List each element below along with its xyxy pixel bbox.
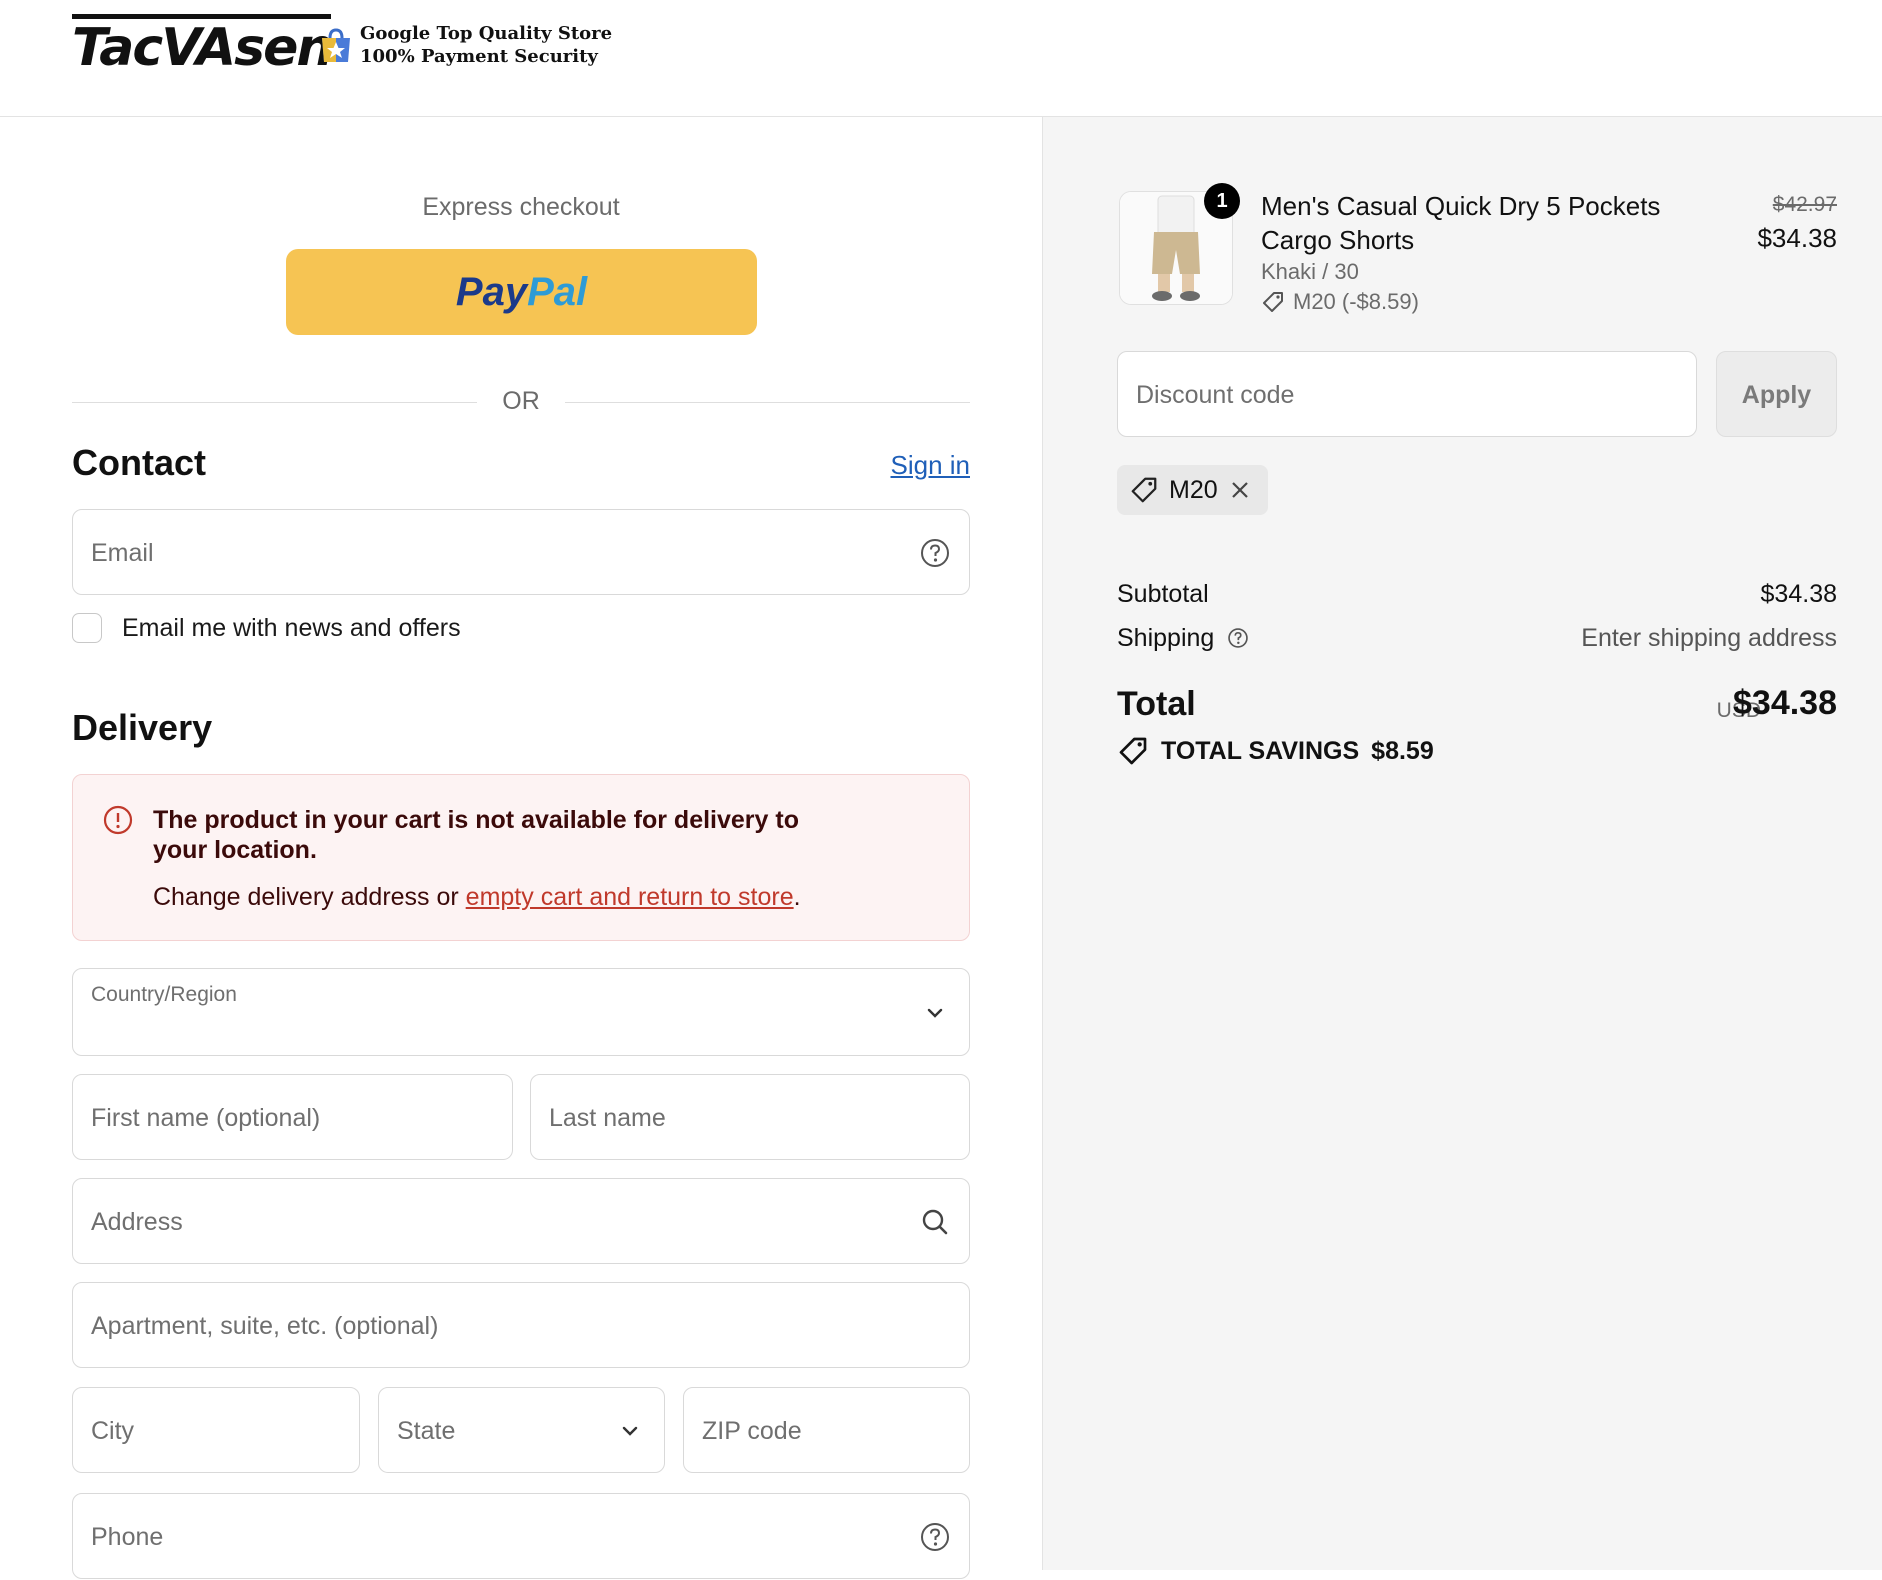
product-discount: M20 (-$8.59) — [1261, 289, 1419, 315]
savings-label: TOTAL SAVINGS — [1161, 736, 1360, 765]
quantity-badge: 1 — [1204, 183, 1240, 219]
final-price: $34.38 — [1757, 223, 1837, 253]
quality-badge: Google Top Quality Store 100% Payment Se… — [360, 22, 612, 68]
badge-line-1: Google Top Quality Store — [360, 23, 613, 44]
paypal-button[interactable]: Pay Pal — [286, 249, 757, 335]
zip-placeholder: ZIP code — [702, 1417, 802, 1445]
total-value: $34.38 — [1733, 684, 1837, 722]
delivery-unavailable-alert: The product in your cart is not availabl… — [72, 774, 970, 941]
tag-icon — [1131, 477, 1157, 503]
shipping-label: Shipping — [1117, 624, 1215, 652]
chevron-down-icon — [927, 1008, 943, 1018]
alert-body: Change delivery address or empty cart an… — [153, 883, 801, 912]
city-field[interactable]: City — [72, 1387, 360, 1473]
express-checkout-title: Express checkout — [422, 193, 620, 221]
delivery-heading: Delivery — [72, 707, 213, 748]
state-placeholder: State — [397, 1417, 456, 1445]
subtotal-row: Subtotal $34.38 — [1117, 580, 1837, 609]
email-field[interactable]: Email — [72, 509, 970, 595]
paypal-pay-text: Pay — [455, 269, 528, 314]
savings-value: $8.59 — [1371, 736, 1434, 765]
total-label: Total — [1117, 685, 1196, 723]
store-logo[interactable]: TacVAsen — [72, 14, 333, 77]
shipping-value: Enter shipping address — [1581, 624, 1837, 652]
order-summary: 1 Men's Casual Quick Dry 5 Pockets Cargo… — [1042, 117, 1882, 1570]
alert-body-prefix: Change delivery address or — [153, 883, 466, 911]
total-savings: TOTAL SAVINGS $8.59 — [1117, 735, 1434, 767]
tag-icon — [1263, 292, 1283, 312]
apartment-field[interactable]: Apartment, suite, etc. (optional) — [72, 1282, 970, 1368]
or-text: OR — [502, 387, 540, 415]
newsletter-checkbox[interactable] — [72, 613, 102, 643]
last-name-field[interactable]: Last name — [530, 1074, 970, 1160]
error-icon — [103, 805, 133, 835]
product-variant: Khaki / 30 — [1261, 259, 1359, 284]
search-icon[interactable] — [919, 1206, 951, 1238]
alert-body-suffix: . — [793, 883, 801, 911]
contact-heading: Contact — [72, 442, 206, 483]
shopping-bag-badge-icon — [322, 28, 350, 62]
zip-field[interactable]: ZIP code — [683, 1387, 970, 1473]
shipping-row: Shipping Enter shipping address — [1117, 624, 1837, 653]
address-field[interactable]: Address — [72, 1178, 970, 1264]
discount-code-input[interactable]: Discount code — [1117, 351, 1697, 437]
state-select[interactable]: State — [378, 1387, 665, 1473]
apply-button[interactable]: Apply — [1716, 351, 1837, 437]
product-name: Men's Casual Quick Dry 5 Pockets Cargo S… — [1261, 191, 1661, 255]
last-name-placeholder: Last name — [549, 1104, 666, 1132]
empty-cart-link[interactable]: empty cart and return to store — [466, 883, 794, 911]
badge-line-2: 100% Payment Security — [360, 46, 598, 67]
city-placeholder: City — [91, 1417, 135, 1445]
alert-title: The product in your cart is not availabl… — [153, 806, 799, 864]
phone-field[interactable]: Phone — [72, 1493, 970, 1579]
applied-discount-chip: M20 — [1117, 465, 1268, 515]
email-placeholder: Email — [91, 539, 154, 567]
header: TacVAsen Google Top Quality Store 100% P… — [0, 0, 1882, 117]
sign-in-link[interactable]: Sign in — [891, 450, 971, 481]
original-price: $42.97 — [1772, 193, 1837, 216]
subtotal-label: Subtotal — [1117, 580, 1209, 608]
newsletter-label[interactable]: Email me with news and offers — [122, 614, 461, 643]
country-select[interactable]: Country/Region — [72, 968, 970, 1056]
checkout-form: Express checkout Pay Pal OR Contact Sign … — [0, 117, 1042, 1579]
phone-placeholder: Phone — [91, 1523, 164, 1551]
tag-icon — [1119, 737, 1147, 765]
subtotal-value: $34.38 — [1760, 580, 1837, 608]
help-icon[interactable] — [919, 537, 951, 569]
help-icon[interactable] — [1227, 627, 1249, 649]
remove-discount-close-icon[interactable] — [1228, 478, 1252, 502]
paypal-pal-text: Pal — [527, 269, 588, 314]
applied-code: M20 — [1169, 475, 1218, 504]
or-divider: OR — [72, 387, 970, 417]
apartment-placeholder: Apartment, suite, etc. (optional) — [91, 1312, 439, 1340]
discount-code-placeholder: Discount code — [1136, 381, 1295, 409]
first-name-placeholder: First name (optional) — [91, 1104, 321, 1132]
help-icon[interactable] — [919, 1521, 951, 1553]
product-discount-text: M20 (-$8.59) — [1293, 289, 1419, 314]
address-placeholder: Address — [91, 1208, 183, 1236]
first-name-field[interactable]: First name (optional) — [72, 1074, 513, 1160]
chevron-down-icon — [622, 1426, 638, 1436]
country-label: Country/Region — [91, 983, 237, 1006]
